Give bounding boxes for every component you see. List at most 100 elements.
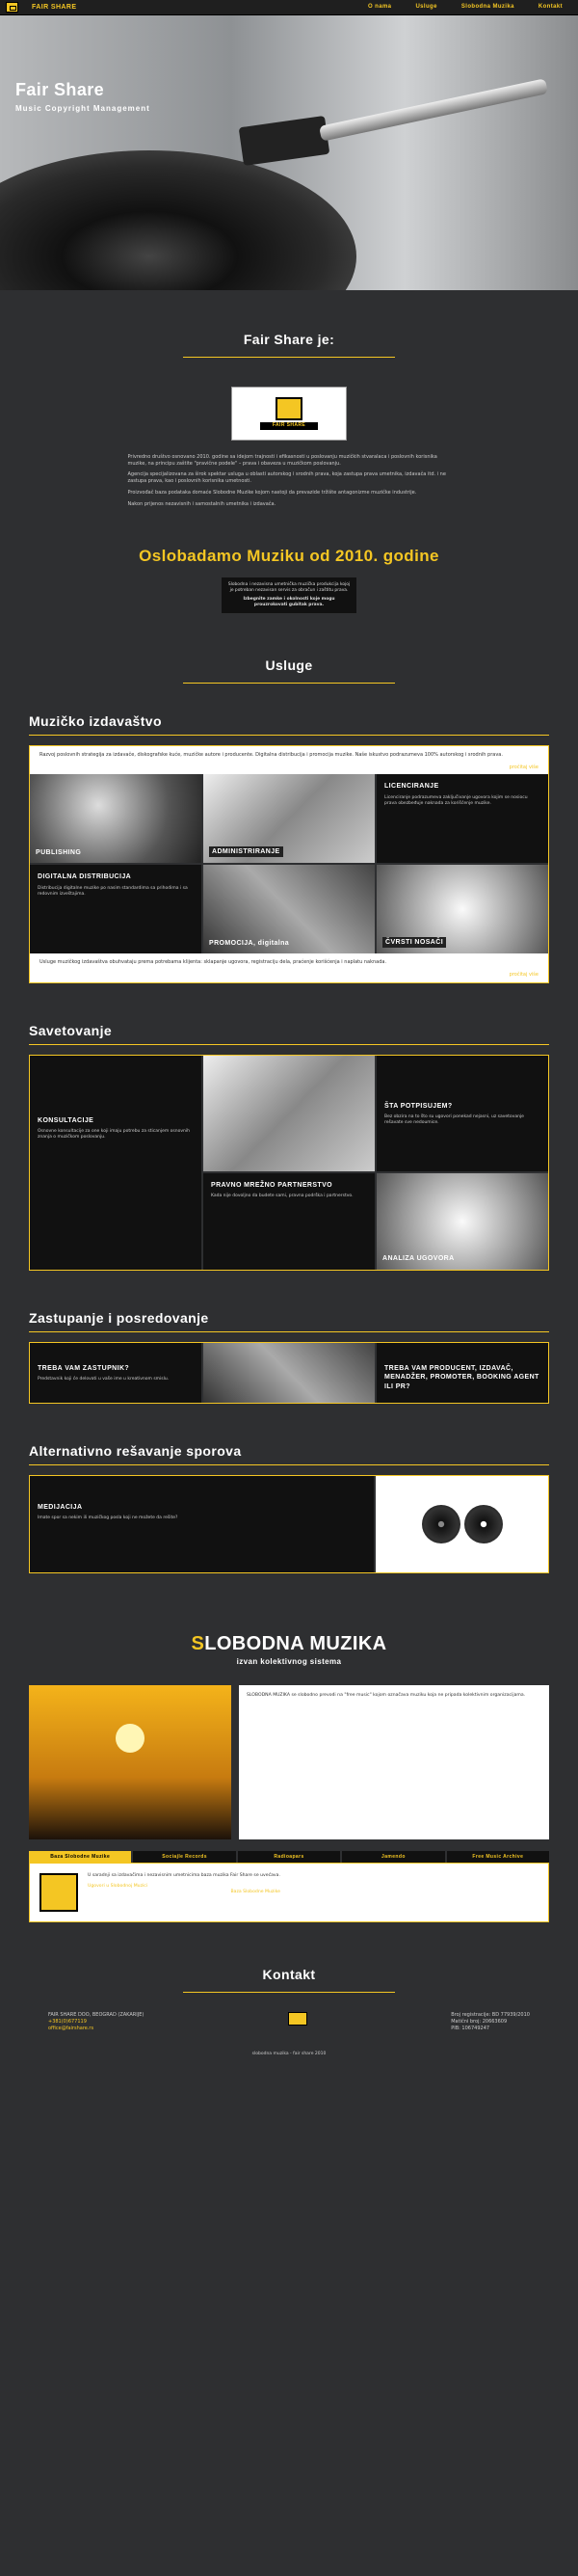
digitalna-label: DIGITALNA DISTRIBUCIJA	[38, 873, 132, 881]
medijacija-card[interactable]: MEDIJACIJA Imate spor sa nekim ili muzič…	[30, 1475, 375, 1572]
divider	[183, 1992, 395, 1994]
sta-text: Bez obzira na to što su ugovori ponekad …	[384, 1114, 524, 1126]
since-note: Slobodna i nezavisna umetnička muzička p…	[222, 577, 356, 614]
tab-radioapars[interactable]: Radioapars	[237, 1850, 341, 1864]
slobodna-box-text: U saradnji sa izdavačima i nezavisnim um…	[88, 1873, 280, 1879]
brand-name[interactable]: FAIR SHARE	[32, 3, 76, 12]
kontakt-mb: Matični broj: 20663609	[451, 2019, 508, 2026]
slobodna-tabs: Baza Slobodne Muzike Sociajle Records Ra…	[29, 1850, 550, 1864]
konsultacije-title: KONSULTACIJE	[38, 1116, 94, 1124]
read-more-link[interactable]: pročitaj više	[30, 765, 548, 775]
konsultacije-card[interactable]: KONSULTACIJE Osnovne konsultacije za one…	[30, 1055, 201, 1270]
read-more-link-2[interactable]: pročitaj više	[30, 972, 548, 982]
divider	[29, 1330, 549, 1332]
nav-link-slobodna-muzika[interactable]: Slobodna Muzika	[461, 3, 514, 11]
analiza-label: ANALIZA UGOVORA	[382, 1255, 455, 1263]
slobodna-box: U saradnji sa izdavačima i nezavisnim um…	[29, 1863, 549, 1923]
keyboard-image	[203, 1342, 375, 1403]
nav-link-usluge[interactable]: Usluge	[415, 3, 436, 11]
digitalna-distribucija-card[interactable]: DIGITALNA DISTRIBUCIJA Distribucija digit…	[30, 865, 201, 954]
zastupnik-text: Predstavnik koji će delovati u vaše ime …	[38, 1377, 170, 1382]
administriranje-card[interactable]: ADMINISTRIRANJE	[203, 774, 375, 864]
sta-potpisujem-card[interactable]: ŠTA POTPISUJEM? Bez obzira na to što su …	[377, 1055, 548, 1171]
vinyl-icon	[421, 1504, 460, 1543]
fair-share-logo-icon[interactable]	[6, 2, 18, 13]
sta-title: ŠTA POTPISUJEM?	[384, 1102, 453, 1110]
intro-paragraph-2: Agencija specijalizovana za širok spekta…	[127, 471, 446, 485]
izdavastvo-text: Razvoj poslovnih strategija za izdavače,…	[39, 751, 503, 758]
logo-text: FAIR SHARE	[260, 421, 318, 430]
analiza-card[interactable]: ANALIZA UGOVORA	[377, 1172, 548, 1270]
savetovanje-heading: Savetovanje	[29, 1022, 113, 1038]
baza-link[interactable]: Baza Slobodne Muzike	[88, 1890, 280, 1895]
slobodna-heading-rest: LOBODNA MUZIKA	[204, 1632, 387, 1654]
intro-paragraph-1: Privredno društvo osnovano 2010. godine …	[127, 453, 437, 467]
vinyl-record-image	[0, 150, 356, 290]
kontakt-info: FAIR SHARE DOO, BEOGRAD (ZAKARIJE) +381(…	[48, 2012, 530, 2031]
tab-baza[interactable]: Baza Slobodne Muzike	[29, 1850, 132, 1864]
zastupnik-title: TREBA VAM ZASTUPNIK?	[38, 1364, 130, 1372]
tab-sociajle[interactable]: Sociajle Records	[133, 1850, 236, 1864]
producent-title: TREBA VAM PRODUCENT, IZDAVAČ, MENADŽER, …	[384, 1364, 539, 1390]
cvrsti-label: ČVRSTI NOSAČI	[382, 936, 447, 949]
publishing-label: PUBLISHING	[36, 848, 82, 856]
slobodna-heading-first: S	[191, 1632, 205, 1654]
pravno-text: Kada nije dovoljno da budete sami, pravn…	[211, 1194, 354, 1199]
hero-subtitle: Music Copyright Management	[15, 104, 150, 113]
slobodna-text: SLOBODNA MUZIKA se slobodno prevodi na "…	[239, 1684, 549, 1839]
medijacija-text: Imate spor sa nekim ili muzičkog posla k…	[38, 1516, 178, 1521]
kontakt-email[interactable]: office@fairshare.rs	[48, 2026, 144, 2032]
usluge-heading: Usluge	[265, 657, 313, 674]
licenciranje-card[interactable]: LICENCIRANJE Licenciranje podrazumeva zak…	[377, 774, 548, 864]
konsultacije-text: Osnovne konsultacije za one koji imaju p…	[38, 1129, 190, 1140]
slobodna-heading: SLOBODNA MUZIKA	[0, 1631, 578, 1657]
publishing-card[interactable]: PUBLISHING	[30, 774, 201, 864]
kontakt-heading: Kontakt	[262, 1967, 316, 1983]
kontakt-phone[interactable]: +381(0)677119	[48, 2019, 144, 2026]
zastupanje-grid: TREBA VAM ZASTUPNIK? Predstavnik koji će…	[29, 1341, 549, 1404]
services-grid: PUBLISHING ADMINISTRIRANJE LICENCIRANJE L…	[30, 774, 548, 954]
divider	[29, 1043, 549, 1045]
hero-title: Fair Share	[15, 80, 105, 99]
logo-square-icon	[276, 396, 302, 420]
nav-links: O nama Usluge Slobodna Muzika Kontakt	[368, 3, 563, 11]
izdavastvo-heading: Muzičko izdavaštvo	[29, 712, 162, 729]
divider	[29, 1463, 549, 1465]
nav-link-kontakt[interactable]: Kontakt	[539, 3, 563, 11]
since-note-2: Izbegnite zamke i okolnosti koje mogu pr…	[243, 597, 335, 608]
producent-card[interactable]: TREBA VAM PRODUCENT, IZDAVAČ, MENADŽER, …	[377, 1342, 548, 1403]
izdavastvo-footer-text: Usluge muzičkog izdavaštva obuhvataju pr…	[39, 959, 387, 966]
nav-link-o-nama[interactable]: O nama	[368, 3, 391, 11]
promocija-label: PROMOCIJA, digitalna	[209, 939, 290, 947]
footer-text: slobodna muzika - fair share 2010	[251, 2051, 327, 2056]
slobodna-intro: SLOBODNA MUZIKA se slobodno prevodi na "…	[29, 1684, 549, 1839]
fair-share-logo-icon	[287, 2012, 307, 2026]
fair-share-logo-icon	[39, 1873, 78, 1913]
kontakt-pib: PIB: 106749247	[451, 2025, 490, 2031]
zastupanje-heading: Zastupanje i posredovanje	[29, 1309, 209, 1326]
vinyl-pair-image	[376, 1475, 548, 1572]
cvrsti-nosaci-card[interactable]: ČVRSTI NOSAČI	[377, 865, 548, 954]
fair-share-logo: FAIR SHARE	[231, 386, 347, 441]
divider	[183, 682, 395, 684]
tab-jamendo[interactable]: Jamendo	[342, 1850, 445, 1864]
since-heading: Oslobadamo Muziku od 2010. godine	[139, 547, 439, 566]
izdavastvo-panel: Razvoj poslovnih strategija za izdavače,…	[29, 744, 549, 983]
divider	[29, 734, 549, 736]
tab-fma[interactable]: Free Music Archive	[446, 1850, 550, 1864]
pravno-card[interactable]: PRAVNO MREŽNO PARTNERSTVO Kada nije dovo…	[203, 1172, 375, 1270]
intro-paragraph-4: Nakon prijenos nezavisnih i samostalnih …	[127, 500, 276, 507]
promocija-card[interactable]: PROMOCIJA, digitalna	[203, 865, 375, 954]
intro-text: Privredno društvo osnovano 2010. godine …	[128, 454, 451, 508]
tonearm-image	[318, 78, 549, 142]
zastupnik-card[interactable]: TREBA VAM ZASTUPNIK? Predstavnik koji će…	[30, 1342, 201, 1403]
about-heading: Fair Share je:	[243, 332, 335, 347]
kontakt-left: FAIR SHARE DOO, BEOGRAD (ZAKARIJE) +381(…	[48, 2012, 144, 2031]
slobodna-subtitle: izvan kolektivnog sistema	[236, 1656, 342, 1666]
slobodna-box-content: U saradnji sa izdavačima i nezavisnim um…	[88, 1873, 280, 1912]
kontakt-address: FAIR SHARE DOO, BEOGRAD (ZAKARIJE)	[48, 2012, 144, 2019]
administriranje-label: ADMINISTRIRANJE	[209, 845, 283, 858]
savetovanje-grid: KONSULTACIJE Osnovne konsultacije za one…	[29, 1054, 549, 1271]
alt-grid: MEDIJACIJA Imate spor sa nekim ili muzič…	[29, 1474, 549, 1573]
medijacija-title: MEDIJACIJA	[38, 1503, 83, 1511]
